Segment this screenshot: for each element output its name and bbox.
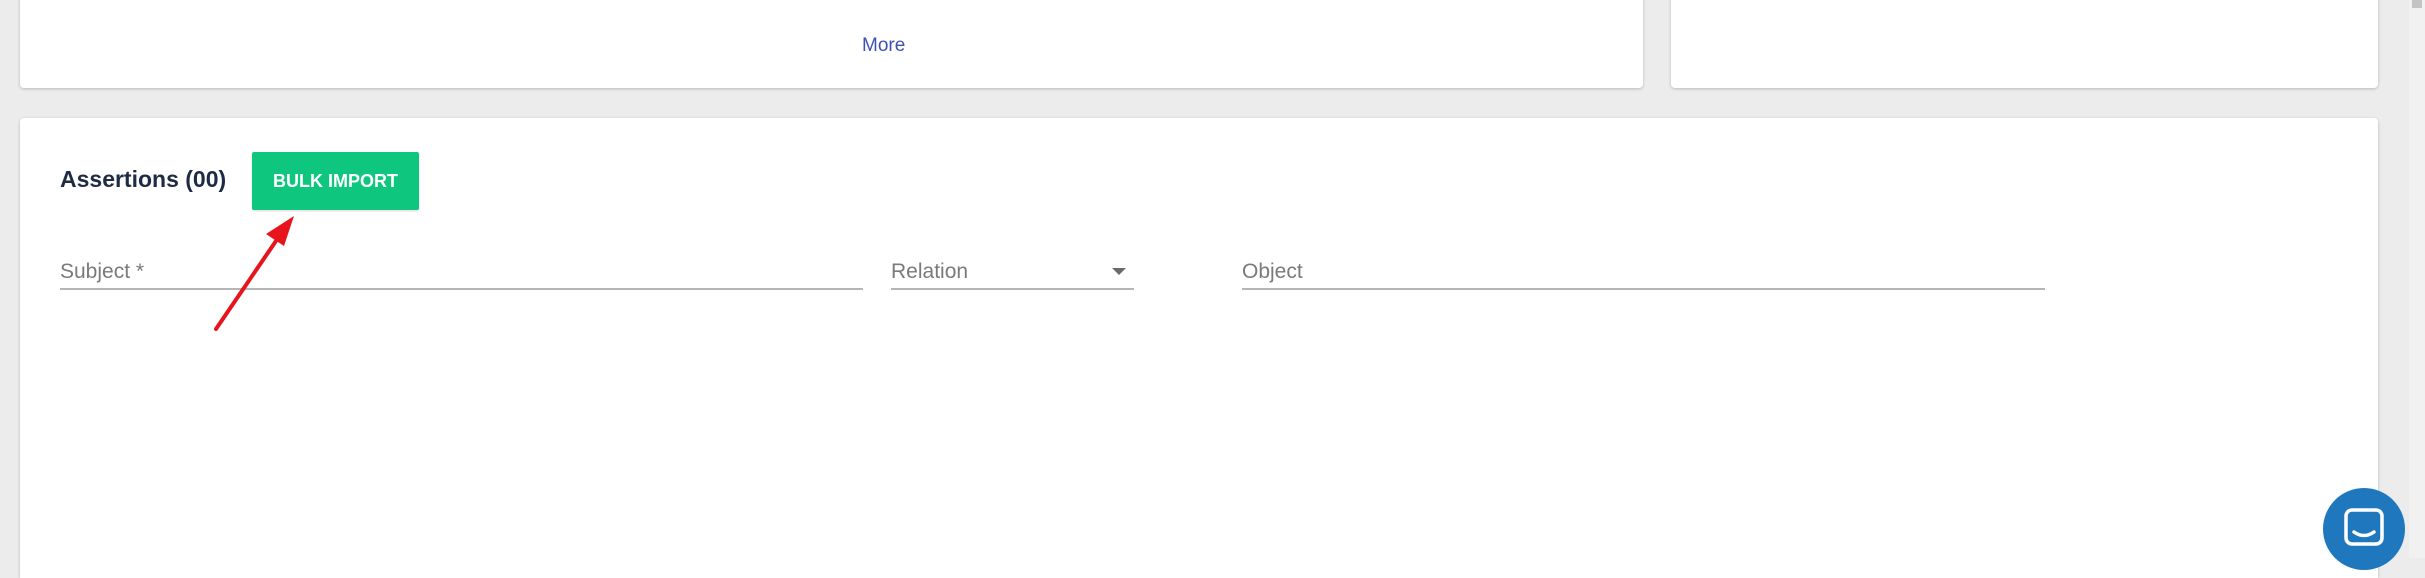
subject-input[interactable] <box>60 256 863 288</box>
more-link[interactable]: More <box>862 35 905 57</box>
bulk-import-button[interactable]: BULK IMPORT <box>252 152 419 210</box>
top-left-card <box>20 0 1643 88</box>
object-input[interactable] <box>1242 256 2045 288</box>
assertions-heading: Assertions (00) <box>60 166 227 192</box>
relation-select[interactable]: Relation <box>891 256 1134 290</box>
top-right-card <box>1671 0 2378 88</box>
scrollbar-thumb[interactable] <box>2412 0 2422 8</box>
caret-down-icon[interactable] <box>1112 268 1126 275</box>
object-field[interactable] <box>1242 256 2045 290</box>
chat-bubble-icon <box>2344 508 2384 546</box>
subject-field[interactable] <box>60 256 863 290</box>
page-scrollbar[interactable] <box>2409 0 2425 558</box>
relation-label: Relation <box>891 260 969 283</box>
